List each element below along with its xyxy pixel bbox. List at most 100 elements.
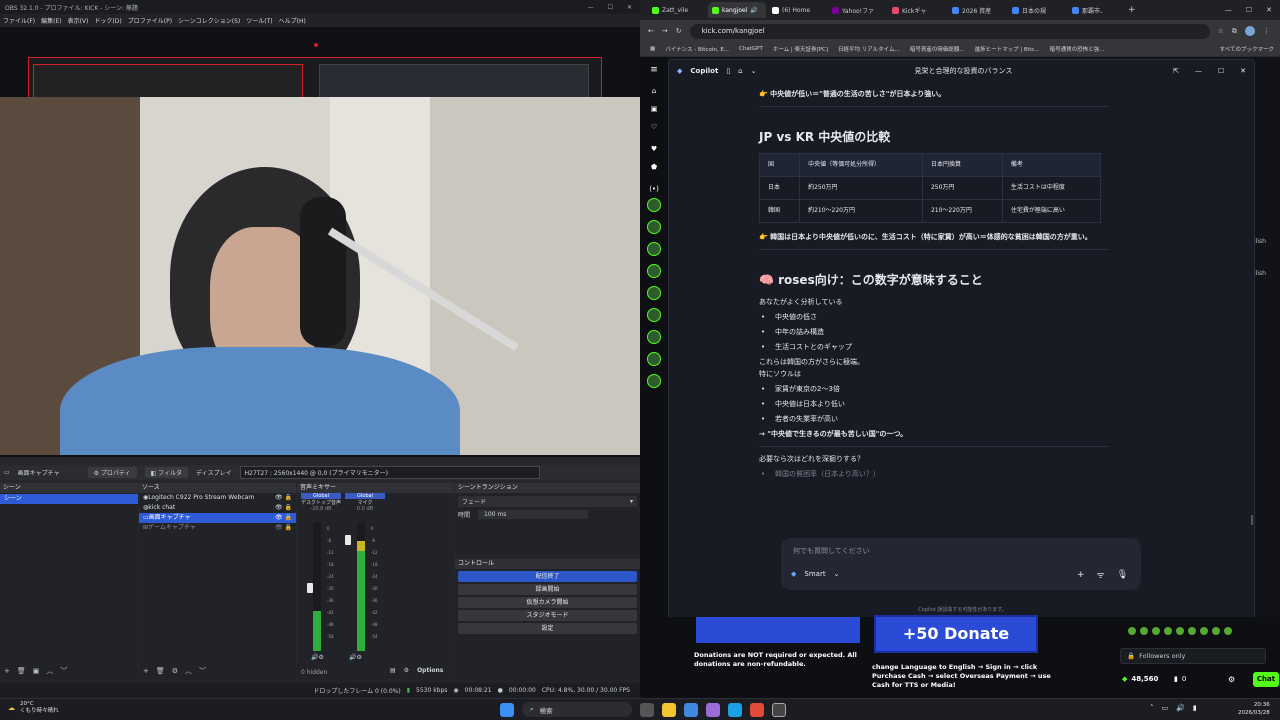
kicks-balance[interactable]: ▮ 0 xyxy=(1174,675,1186,683)
popout-icon[interactable]: ⇱ xyxy=(1173,67,1179,75)
gear-icon[interactable]: ⚙ xyxy=(404,667,409,674)
filter-icon[interactable]: ▣ xyxy=(33,667,40,675)
chevron-up-icon[interactable]: ˄ xyxy=(1150,704,1154,712)
store-icon[interactable] xyxy=(684,702,698,717)
channel-avatar[interactable] xyxy=(647,264,661,278)
file-explorer-icon[interactable] xyxy=(662,702,676,717)
channel-avatar[interactable] xyxy=(647,308,661,322)
emote-icon[interactable] xyxy=(1188,627,1196,635)
maximize-icon[interactable]: ☐ xyxy=(608,4,613,11)
microphone-icon[interactable]: 🎙 xyxy=(1117,570,1128,580)
up-icon[interactable]: ︿ xyxy=(185,666,192,676)
minimize-icon[interactable]: — xyxy=(1225,6,1232,14)
weather-widget[interactable]: ☁ 20°C くもり時々晴れ xyxy=(8,701,59,715)
emote-icon[interactable] xyxy=(1224,627,1232,635)
menu-profile[interactable]: プロファイル(P) xyxy=(128,16,172,25)
menu-scene-collection[interactable]: シーンコレクション(S) xyxy=(178,16,240,25)
forward-icon[interactable]: → xyxy=(662,27,668,35)
home-icon[interactable]: ⌂ xyxy=(640,87,668,95)
task-view-icon[interactable] xyxy=(640,702,654,717)
menu-edit[interactable]: 編集(E) xyxy=(41,16,61,25)
down-icon[interactable]: ﹀ xyxy=(60,666,67,676)
live-icon[interactable]: (•) xyxy=(640,185,668,193)
mic-volume-slider[interactable] xyxy=(345,535,351,545)
trash-icon[interactable]: 🗑 xyxy=(17,667,26,675)
emote-icon[interactable] xyxy=(1140,627,1148,635)
filters-button[interactable]: ◧ フィルタ xyxy=(144,467,189,478)
taskbar-search[interactable]: ⌕ 検索 xyxy=(522,702,632,717)
menu-file[interactable]: ファイル(F) xyxy=(3,16,35,25)
clock[interactable]: 20:36 2026/03/28 xyxy=(1238,701,1270,717)
copilot-icon[interactable] xyxy=(706,702,720,717)
shield-icon[interactable]: ⬟ xyxy=(640,163,668,171)
duration-input[interactable]: 100 ms xyxy=(478,510,589,519)
menu-help[interactable]: ヘルプ(H) xyxy=(279,16,306,25)
bookmark[interactable]: バイナンス - Bitcoin, E... xyxy=(665,45,729,53)
tab[interactable]: 那覇市、 xyxy=(1068,2,1126,18)
studio-mode-button[interactable]: スタジオモード xyxy=(458,610,637,621)
channel-avatar[interactable] xyxy=(647,330,661,344)
star-icon[interactable]: ☆ xyxy=(1218,27,1224,35)
settings-button[interactable]: 設定 xyxy=(458,623,637,634)
display-select[interactable]: H27T27 : 2560x1440 @ 0,0 (プライマリモニター) xyxy=(239,466,540,479)
tab[interactable]: 日本の規 xyxy=(1008,2,1066,18)
options-button[interactable]: Options xyxy=(417,667,443,674)
tab[interactable]: Yahoo!ファ xyxy=(828,2,886,18)
rotation-handle[interactable] xyxy=(314,43,318,47)
chrome-icon[interactable] xyxy=(750,702,764,717)
channel-avatar[interactable] xyxy=(647,242,661,256)
close-icon[interactable]: ✕ xyxy=(627,4,632,11)
source-item[interactable]: ▭ 画面キャプチャ 👁 🔒 xyxy=(139,513,296,523)
extensions-icon[interactable]: ⧉ xyxy=(1232,27,1237,36)
start-virtual-camera-button[interactable]: 仮想カメラ開始 xyxy=(458,597,637,608)
tab-active[interactable]: kangjoel 🔊 xyxy=(708,2,766,18)
bookmark[interactable]: 暗号通貨の恐怖と強... xyxy=(1050,45,1105,53)
channel-avatar[interactable] xyxy=(647,374,661,388)
add-icon[interactable]: + xyxy=(4,667,10,675)
scene-item[interactable]: シーン xyxy=(0,494,138,504)
all-bookmarks[interactable]: すべてのブックマーク xyxy=(1220,45,1280,53)
speaker-gear-icon[interactable]: 🔊⚙ xyxy=(311,654,324,661)
menu-view[interactable]: 表示(V) xyxy=(68,16,89,25)
apps-icon[interactable]: ▦ xyxy=(650,46,655,52)
avatar[interactable] xyxy=(1244,26,1255,36)
menu-dock[interactable]: ドック(D) xyxy=(94,16,121,25)
edge-icon[interactable] xyxy=(728,702,742,717)
minimize-icon[interactable]: — xyxy=(1195,67,1202,75)
up-icon[interactable]: ︿ xyxy=(46,666,53,676)
donate-panel[interactable]: +50 Donate xyxy=(874,615,1038,653)
bookmark[interactable]: ChatGPT xyxy=(739,46,763,52)
transition-select[interactable]: フェード ▾ xyxy=(458,496,637,507)
emote-icon[interactable] xyxy=(1164,627,1172,635)
address-bar[interactable]: kick.com/kangjoel xyxy=(689,23,1210,39)
reload-icon[interactable]: ↻ xyxy=(676,27,682,35)
source-item[interactable]: ◍ kick chat 👁 🔒 xyxy=(139,503,296,513)
desktop-volume-slider[interactable] xyxy=(307,583,313,593)
maximize-icon[interactable]: ☐ xyxy=(1246,6,1252,14)
trash-icon[interactable]: 🗑 xyxy=(156,667,165,675)
plus-icon[interactable]: + xyxy=(1077,570,1085,580)
hamburger-icon[interactable]: ≡ xyxy=(640,65,668,75)
menu-icon[interactable]: ⋮ xyxy=(1263,27,1270,35)
properties-button[interactable]: ⚙ プロパティ xyxy=(87,467,137,478)
start-recording-button[interactable]: 録画開始 xyxy=(458,584,637,595)
down-icon[interactable]: ﹀ xyxy=(199,666,206,676)
grid-icon[interactable]: ▤ xyxy=(390,667,396,674)
tab[interactable]: Zatt_vile xyxy=(648,2,706,18)
minimize-icon[interactable]: — xyxy=(588,4,594,11)
network-icon[interactable]: ▭ xyxy=(1162,704,1169,712)
voice-mode-icon[interactable]: ᯤ xyxy=(1097,568,1105,581)
obs-icon[interactable] xyxy=(772,702,786,717)
sidebar-icon[interactable]: ▯ xyxy=(726,67,730,75)
chat-input[interactable]: 🔒 Followers only xyxy=(1120,648,1266,664)
tab[interactable]: 2026 資産 xyxy=(948,2,1006,18)
emote-icon[interactable] xyxy=(1152,627,1160,635)
emote-icon[interactable] xyxy=(1212,627,1220,635)
scrollbar[interactable] xyxy=(1251,515,1253,525)
battery-icon[interactable]: ▮ xyxy=(1193,704,1197,712)
tab[interactable]: Kickギャ xyxy=(888,2,946,18)
back-icon[interactable]: ← xyxy=(648,27,654,35)
bookmark[interactable]: 暗号資産の時価総額... xyxy=(910,45,965,53)
volume-icon[interactable]: 🔊 xyxy=(1176,704,1185,712)
browse-icon[interactable]: ▣ xyxy=(640,105,668,113)
